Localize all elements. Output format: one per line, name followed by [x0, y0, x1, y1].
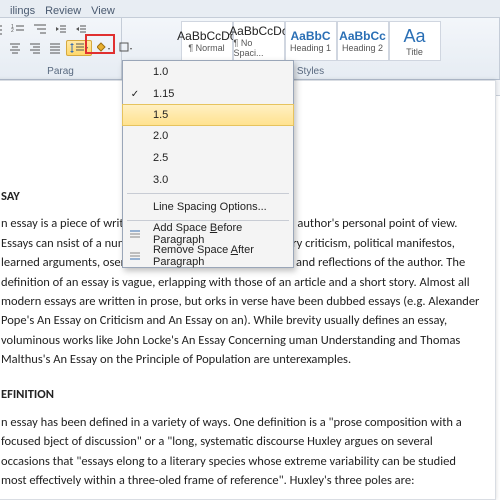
add-space-before[interactable]: Add Space Before Paragraph — [123, 223, 293, 245]
paragraph-2: n essay has been defined in a variety of… — [1, 413, 481, 491]
align-center-button[interactable] — [6, 40, 24, 56]
spacing-option-1.15[interactable]: ✓1.15 — [123, 83, 293, 105]
remove-space-after[interactable]: Remove Space After Paragraph — [123, 245, 293, 267]
line-spacing-dropdown: 1.0 ✓1.15 1.5 2.0 2.5 3.0 Line Spacing O… — [122, 60, 294, 268]
shading-button[interactable] — [94, 40, 114, 56]
svg-text:2: 2 — [11, 28, 14, 34]
spacing-option-1.5[interactable]: 1.5 — [122, 104, 294, 126]
remove-space-after-icon — [123, 249, 147, 263]
decrease-indent-button[interactable] — [52, 21, 70, 37]
bullets-button[interactable] — [0, 21, 6, 37]
spacing-option-1.0[interactable]: 1.0 — [123, 61, 293, 83]
style-heading1[interactable]: AaBbCHeading 1 — [285, 21, 337, 61]
spacing-option-3.0[interactable]: 3.0 — [123, 169, 293, 191]
check-icon: ✓ — [123, 89, 147, 100]
tab-review[interactable]: Review — [45, 5, 81, 17]
heading-definition: EFINITION — [1, 385, 481, 404]
tab-mailings[interactable]: ilings — [10, 5, 35, 17]
multilevel-list-button[interactable] — [30, 21, 50, 37]
paragraph-group-label: Parag — [47, 66, 74, 77]
line-spacing-options[interactable]: Line Spacing Options... — [123, 196, 293, 218]
menu-separator — [127, 193, 289, 194]
increase-indent-button[interactable] — [72, 21, 90, 37]
style-no-spacing[interactable]: AaBbCcDc¶ No Spaci... — [233, 21, 285, 61]
add-space-before-icon — [123, 227, 147, 241]
justify-button[interactable] — [46, 40, 64, 56]
align-right-button[interactable] — [26, 40, 44, 56]
ribbon-tabbar: ilings Review View — [0, 0, 500, 18]
menu-separator — [127, 220, 289, 221]
styles-group-label: Styles — [297, 66, 324, 77]
style-title[interactable]: AaTitle — [389, 21, 441, 61]
paragraph-group: 12 Parag — [0, 18, 122, 79]
spacing-option-2.0[interactable]: 2.0 — [123, 125, 293, 147]
tab-view[interactable]: View — [91, 5, 115, 17]
line-spacing-button[interactable] — [66, 40, 92, 56]
align-left-button[interactable] — [0, 40, 4, 56]
spacing-option-2.5[interactable]: 2.5 — [123, 147, 293, 169]
style-heading2[interactable]: AaBbCcHeading 2 — [337, 21, 389, 61]
style-normal[interactable]: AaBbCcDc¶ Normal — [181, 21, 233, 61]
numbering-button[interactable]: 12 — [8, 21, 28, 37]
